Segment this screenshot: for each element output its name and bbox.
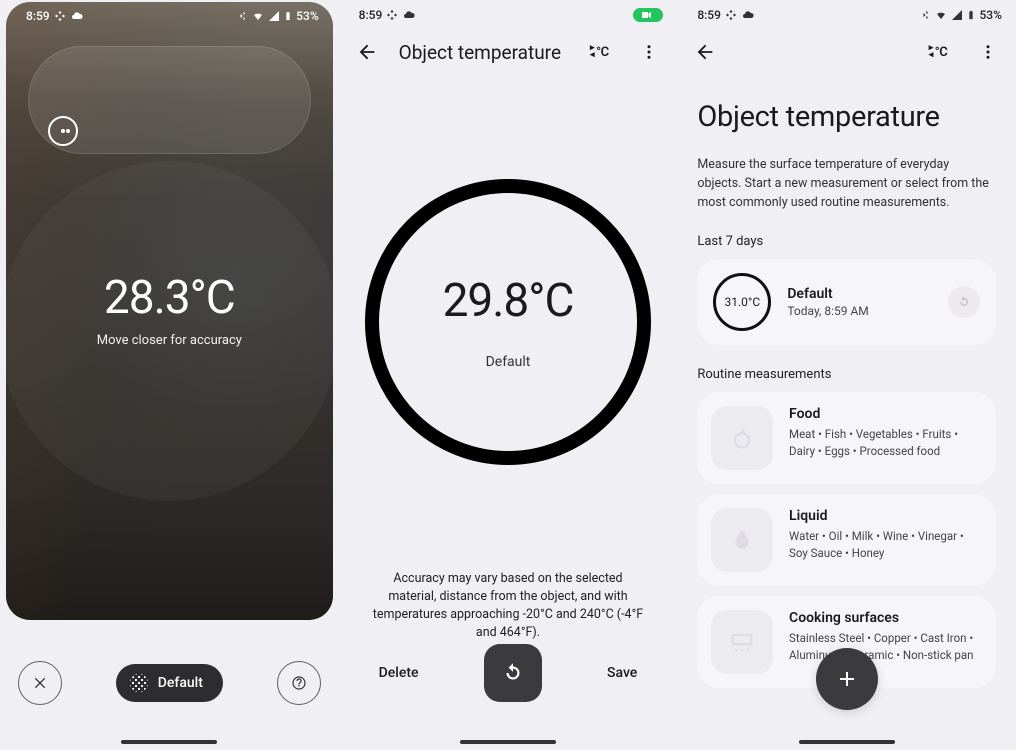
recent-temperature: 31.0°C: [724, 295, 760, 309]
nav-handle[interactable]: [460, 740, 556, 744]
cloud-icon: [70, 10, 84, 22]
accuracy-hint: Move closer for accuracy: [6, 333, 333, 348]
battery-icon: [966, 8, 976, 22]
unit-toggle-button[interactable]: ▸◂ °C: [581, 34, 617, 70]
back-arrow-icon: [694, 41, 716, 63]
battery-icon: [283, 9, 293, 23]
recent-temperature-ring: 31.0°C: [713, 273, 771, 331]
refresh-icon: [956, 294, 972, 310]
unit-label: °C: [596, 45, 609, 60]
routine-title: Food: [789, 406, 982, 422]
status-bar: 8:59 53%: [677, 0, 1016, 30]
bluetooth-icon: [238, 10, 248, 22]
target-circle: [6, 161, 333, 501]
new-measurement-fab[interactable]: [816, 648, 878, 710]
recent-name: Default: [787, 286, 868, 302]
wifi-icon: [934, 9, 948, 21]
routine-desc: Stainless Steel • Copper • Cast Iron • A…: [789, 630, 982, 663]
routine-desc: Meat • Fish • Vegetables • Fruits • Dair…: [789, 426, 982, 459]
routine-card-food[interactable]: Food Meat • Fish • Vegetables • Fruits •…: [697, 392, 996, 484]
close-button[interactable]: [18, 661, 62, 705]
recent-measurement-card[interactable]: 31.0°C Default Today, 8:59 AM: [697, 259, 996, 345]
result-temperature: 29.8°C: [443, 274, 574, 328]
camera-viewfinder[interactable]: 8:59 53% 28.3°C Move closer for accuracy: [6, 2, 333, 620]
food-icon: [711, 406, 773, 470]
nav-handle[interactable]: [121, 740, 217, 744]
routine-title: Liquid: [789, 508, 982, 524]
recent-refresh-button[interactable]: [948, 286, 980, 318]
material-chip-label: Default: [158, 675, 203, 691]
page-title: Object temperature: [697, 100, 996, 134]
wifi-icon: [251, 10, 265, 22]
status-battery: 53%: [979, 8, 1001, 22]
section-routine: Routine measurements: [697, 367, 996, 382]
back-button[interactable]: [349, 34, 385, 70]
cloud-icon: [402, 9, 416, 21]
more-vert-icon: [979, 43, 997, 61]
status-bar: 8:59 53%: [6, 2, 333, 30]
help-icon: [291, 675, 307, 691]
back-button[interactable]: [687, 34, 723, 70]
status-time: 8:59: [26, 9, 50, 23]
remeasure-button[interactable]: [484, 644, 542, 702]
material-chip[interactable]: Default: [116, 664, 223, 702]
signal-icon: [268, 10, 280, 22]
stove-icon: [711, 610, 773, 674]
swap-icon: ▸◂: [929, 45, 933, 59]
overflow-menu-button[interactable]: [631, 34, 667, 70]
signal-icon: [951, 9, 963, 21]
status-battery: 53%: [296, 9, 318, 23]
swap-icon: ▸◂: [590, 45, 594, 59]
unit-toggle-button[interactable]: ▸◂ °C: [920, 34, 956, 70]
delete-button[interactable]: Delete: [379, 665, 419, 681]
material-icon: [130, 674, 148, 692]
app-bar-title: Object temperature: [399, 41, 568, 64]
accuracy-note: Accuracy may vary based on the selected …: [339, 570, 678, 643]
close-icon: [32, 675, 48, 691]
save-button[interactable]: Save: [607, 665, 637, 681]
cloud-icon: [741, 9, 755, 21]
section-last-7-days: Last 7 days: [697, 234, 996, 249]
page-subtitle: Measure the surface temperature of every…: [697, 156, 996, 212]
network-icon: [54, 10, 66, 22]
camera-access-pill[interactable]: [633, 8, 663, 22]
back-arrow-icon: [356, 41, 378, 63]
more-vert-icon: [640, 43, 658, 61]
status-time: 8:59: [359, 8, 383, 22]
help-button[interactable]: [277, 661, 321, 705]
routine-title: Cooking surfaces: [789, 610, 982, 626]
network-icon: [386, 9, 398, 21]
refresh-icon: [500, 660, 526, 686]
nav-handle[interactable]: [799, 740, 895, 744]
status-time: 8:59: [697, 8, 721, 22]
unit-label: °C: [935, 45, 948, 60]
target-indicator-icon: [48, 116, 78, 146]
routine-card-liquid[interactable]: Liquid Water • Oil • Milk • Wine • Vineg…: [697, 494, 996, 586]
bluetooth-icon: [921, 9, 931, 21]
network-icon: [725, 9, 737, 21]
result-material-label: Default: [486, 354, 531, 370]
live-temperature: 28.3°C: [6, 271, 333, 325]
routine-desc: Water • Oil • Milk • Wine • Vinegar • So…: [789, 528, 982, 561]
video-icon: [639, 9, 653, 21]
overflow-menu-button[interactable]: [970, 34, 1006, 70]
status-bar: 8:59: [339, 0, 678, 30]
plus-icon: [835, 667, 859, 691]
liquid-icon: [711, 508, 773, 572]
result-ring: 29.8°C Default: [365, 179, 651, 465]
recent-time: Today, 8:59 AM: [787, 304, 868, 318]
